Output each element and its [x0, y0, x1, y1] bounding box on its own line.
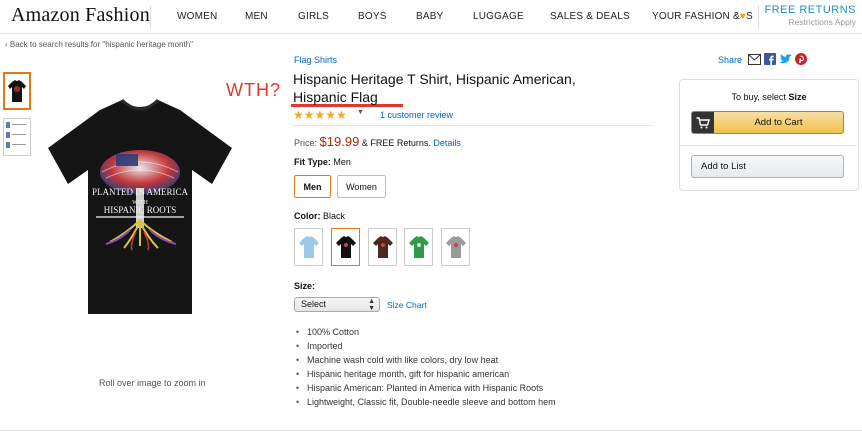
fit-option-men[interactable]: Men — [294, 175, 331, 198]
nav-item-boys[interactable]: BOYS — [358, 11, 387, 22]
title-divider — [293, 125, 653, 126]
main-product-image[interactable]: PLANTED IN AMERICA WITH HISPANIC ROOTS — [40, 92, 240, 322]
to-buy-text: To buy, select — [731, 92, 786, 102]
feature-bullet: 100% Cotton — [296, 325, 556, 339]
top-nav: Amazon Fashion WOMEN MEN GIRLS BOYS BABY… — [0, 0, 862, 34]
your-fashion-suffix: S — [745, 11, 753, 22]
details-link[interactable]: Details — [433, 138, 461, 148]
price-value: $19.99 — [319, 134, 360, 149]
star-icon: ★ — [336, 108, 347, 122]
add-to-cart-label: Add to Cart — [754, 117, 803, 128]
star-icon: ★ — [303, 108, 315, 122]
free-returns-title: FREE RETURNS — [764, 4, 856, 16]
tshirt-brown-icon — [372, 236, 393, 258]
size-select-value: Select — [301, 299, 327, 309]
color-heading: Color: — [294, 211, 321, 221]
feature-bullet: Hispanic heritage month, gift for hispan… — [296, 367, 556, 381]
price-label: Price: — [294, 138, 318, 148]
nav-divider — [150, 5, 151, 29]
email-icon[interactable] — [748, 53, 761, 65]
product-title-line2: Hispanic Flag — [293, 89, 378, 105]
thumbnail-front[interactable] — [3, 72, 31, 110]
swatch-brown[interactable] — [368, 228, 397, 266]
shirt-text-line3: HISPANIC ROOTS — [104, 205, 176, 215]
to-buy-size: Size — [788, 92, 807, 102]
tshirt-thumbnail-icon — [8, 80, 26, 102]
size-chart-link[interactable]: Size Chart — [387, 300, 427, 310]
star-icon: ★ — [314, 108, 326, 122]
feature-bullet: Lightweight, Classic fit, Double-needle … — [296, 395, 556, 409]
nav-item-women[interactable]: WOMEN — [177, 11, 217, 22]
restrictions-apply-text: Restrictions Apply — [788, 17, 856, 27]
swatch-heather-grey[interactable] — [441, 228, 470, 266]
bottom-divider — [0, 430, 862, 431]
share-label[interactable]: Share — [718, 55, 742, 65]
tshirt-light-blue-icon — [298, 236, 319, 258]
add-to-list-button[interactable]: Add to List — [691, 155, 844, 178]
price-row: Price: $19.99 & FREE Returns. Details — [294, 134, 461, 149]
zoom-hint-text: Roll over image to zoom in — [99, 378, 206, 388]
size-label: Size: — [294, 281, 316, 291]
rating-dropdown-caret-icon[interactable]: ▼ — [357, 109, 364, 116]
to-buy-instruction: To buy, select Size — [679, 92, 859, 102]
size-select[interactable]: Select ▲ ▼ — [294, 297, 380, 312]
add-to-cart-button[interactable]: Add to Cart — [691, 111, 844, 134]
tshirt-grey-icon — [445, 236, 466, 258]
your-fashion-label: YOUR FASHION & — [652, 11, 740, 22]
amazon-fashion-logo[interactable]: Amazon Fashion — [11, 4, 150, 27]
swatch-black[interactable] — [331, 228, 360, 266]
select-arrows-icon: ▲ ▼ — [368, 298, 375, 312]
twitter-icon[interactable] — [779, 53, 792, 65]
fit-type-heading: Fit Type: — [294, 157, 331, 167]
tshirt-green-icon — [408, 236, 429, 258]
star-icon: ★ — [325, 108, 337, 122]
thumbnail-size-chart[interactable] — [3, 118, 31, 156]
feature-bullet: Hispanic American: Planted in America wi… — [296, 381, 556, 395]
fit-option-women[interactable]: Women — [337, 175, 386, 198]
nav-item-luggage[interactable]: LUGGAGE — [473, 11, 524, 22]
black-tshirt-image: PLANTED IN AMERICA WITH HISPANIC ROOTS — [48, 98, 232, 314]
annotation-wth-text: WTH? — [226, 80, 281, 100]
back-to-search-link[interactable]: ‹ Back to search results for "hispanic h… — [5, 40, 193, 49]
nav-item-sales-deals[interactable]: SALES & DEALS — [550, 11, 630, 22]
nav-item-girls[interactable]: GIRLS — [298, 11, 329, 22]
feature-bullet: Machine wash cold with like colors, dry … — [296, 353, 556, 367]
swatch-light-blue[interactable] — [294, 228, 323, 266]
shirt-text-line1: PLANTED IN AMERICA — [92, 187, 188, 197]
fit-type-value: Men — [333, 157, 351, 167]
customer-review-link[interactable]: 1 customer review — [380, 110, 453, 120]
free-returns-text: & FREE Returns. — [361, 138, 431, 148]
brand-link[interactable]: Flag Shirts — [294, 55, 337, 65]
product-title: Hispanic Heritage T Shirt, Hispanic Amer… — [293, 70, 633, 106]
cart-icon — [692, 112, 714, 133]
feature-bullet: Imported — [296, 339, 556, 353]
facebook-icon[interactable] — [764, 53, 776, 65]
size-chart-thumbnail-icon — [6, 122, 26, 148]
swatch-green[interactable] — [404, 228, 433, 266]
tshirt-black-icon — [335, 236, 356, 258]
nav-item-men[interactable]: MEN — [245, 11, 268, 22]
color-label: Color: Black — [294, 211, 345, 221]
pinterest-icon[interactable] — [795, 53, 807, 65]
color-value: Black — [323, 211, 346, 221]
buy-box-divider — [680, 145, 858, 146]
product-title-line1: Hispanic Heritage T Shirt, Hispanic Amer… — [293, 71, 576, 87]
fit-type-label: Fit Type: Men — [294, 157, 351, 167]
share-icons — [748, 53, 807, 65]
nav-item-baby[interactable]: BABY — [416, 11, 443, 22]
nav-item-your-fashion[interactable]: YOUR FASHION &♥S — [652, 11, 753, 22]
feature-bullets: 100% Cotton Imported Machine wash cold w… — [296, 325, 556, 409]
free-returns-banner[interactable]: FREE RETURNS Restrictions Apply — [756, 4, 856, 27]
star-icon: ★ — [293, 108, 304, 122]
star-rating[interactable]: ★ ★ ★ ★ ★ — [293, 109, 347, 121]
